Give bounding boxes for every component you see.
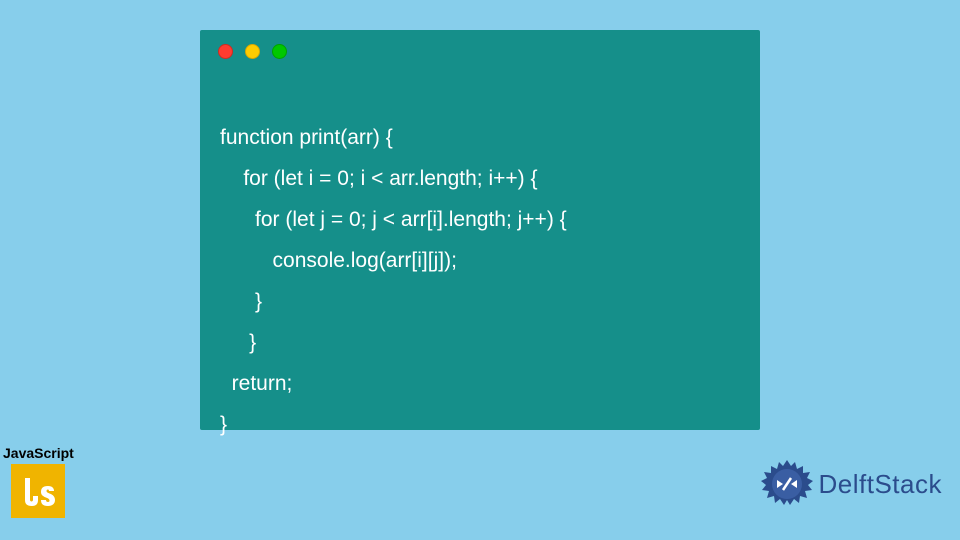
javascript-label: JavaScript — [3, 445, 74, 461]
code-line: } — [220, 413, 227, 436]
minimize-icon — [245, 44, 260, 59]
code-line: for (let j = 0; j < arr[i].length; j++) … — [220, 208, 567, 231]
code-window: function print(arr) { for (let i = 0; i … — [200, 30, 760, 430]
javascript-badge: JavaScript — [3, 445, 74, 518]
code-line: for (let i = 0; i < arr.length; i++) { — [220, 167, 538, 190]
code-content: function print(arr) { for (let i = 0; i … — [200, 69, 760, 445]
window-controls — [200, 30, 760, 69]
code-line: function print(arr) { — [220, 126, 393, 149]
code-line: console.log(arr[i][j]); — [220, 249, 457, 272]
code-line: return; — [220, 372, 292, 395]
javascript-shield-icon — [11, 464, 65, 518]
close-icon — [218, 44, 233, 59]
code-line: } — [220, 290, 262, 313]
code-line: } — [220, 331, 256, 354]
delftstack-name: DelftStack — [819, 469, 943, 500]
maximize-icon — [272, 44, 287, 59]
delftstack-brand: DelftStack — [759, 456, 943, 512]
delftstack-logo-icon — [759, 456, 815, 512]
